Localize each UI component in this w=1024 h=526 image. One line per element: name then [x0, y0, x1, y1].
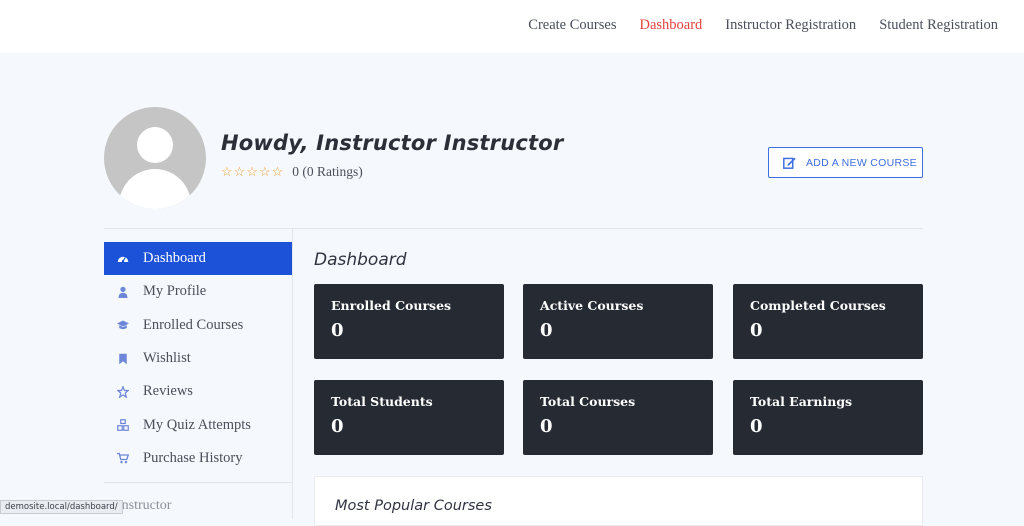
- stat-card-completed-courses: Completed Courses 0: [733, 284, 923, 359]
- stat-card-total-courses: Total Courses 0: [523, 380, 713, 455]
- sidebar-item-label: Enrolled Courses: [143, 316, 244, 333]
- sidebar-item-reviews[interactable]: Reviews: [104, 375, 292, 408]
- user-icon: [116, 285, 130, 299]
- sidebar-divider: [292, 229, 293, 519]
- sidebar-item-wishlist[interactable]: Wishlist: [104, 342, 292, 375]
- status-bar-url: demosite.local/dashboard/: [0, 500, 123, 514]
- stat-card-value: 0: [540, 416, 553, 437]
- stat-card-label: Completed Courses: [750, 298, 886, 313]
- stat-card-active-courses: Active Courses 0: [523, 284, 713, 359]
- top-navigation: Create Courses Dashboard Instructor Regi…: [528, 17, 998, 34]
- profile-greeting: Howdy, Instructor Instructor: [221, 131, 564, 155]
- graduation-cap-icon: [116, 318, 130, 332]
- star-icon: [116, 385, 130, 399]
- sidebar-item-label: My Profile: [143, 283, 207, 300]
- profile-rating: ☆☆☆☆☆ 0 (0 Ratings): [221, 164, 363, 180]
- popular-courses-title: Most Popular Courses: [335, 498, 492, 514]
- add-new-course-label: ADD A NEW COURSE: [806, 156, 917, 169]
- cart-icon: [116, 451, 130, 465]
- stat-card-label: Enrolled Courses: [331, 298, 452, 313]
- stat-card-value: 0: [750, 320, 763, 341]
- add-new-course-button[interactable]: ADD A NEW COURSE: [768, 147, 923, 178]
- stat-card-enrolled-courses: Enrolled Courses 0: [314, 284, 504, 359]
- nav-dashboard[interactable]: Dashboard: [639, 17, 702, 34]
- sidebar-item-purchase-history[interactable]: Purchase History: [104, 442, 292, 475]
- header-divider: [104, 228, 923, 229]
- edit-icon: [783, 157, 796, 169]
- nav-student-registration[interactable]: Student Registration: [879, 17, 998, 34]
- stat-card-value: 0: [540, 320, 553, 341]
- sidebar-item-label: Purchase History: [143, 449, 243, 466]
- nav-instructor-registration[interactable]: Instructor Registration: [725, 17, 856, 34]
- sidebar-item-my-quiz-attempts[interactable]: My Quiz Attempts: [104, 408, 292, 441]
- rating-stars-icon: ☆☆☆☆☆: [221, 164, 285, 179]
- top-header: Create Courses Dashboard Instructor Regi…: [0, 0, 1024, 53]
- stat-card-label: Total Courses: [540, 394, 636, 409]
- popular-courses-panel: Most Popular Courses: [314, 476, 923, 526]
- stat-card-label: Active Courses: [540, 298, 644, 313]
- stat-card-label: Total Earnings: [750, 394, 853, 409]
- sidebar-item-label: Dashboard: [143, 250, 206, 267]
- quiz-icon: [116, 418, 130, 432]
- stat-card-value: 0: [331, 416, 344, 437]
- dashboard-icon: [116, 252, 130, 266]
- avatar: [104, 107, 206, 209]
- stat-card-value: 0: [331, 320, 344, 341]
- sidebar-item-label: Reviews: [143, 383, 193, 400]
- stat-card-total-earnings: Total Earnings 0: [733, 380, 923, 455]
- sidebar-item-dashboard[interactable]: Dashboard: [104, 242, 292, 276]
- sidebar-item-label: My Quiz Attempts: [143, 416, 251, 433]
- sidebar-section-divider: [104, 482, 292, 483]
- sidebar: Dashboard My Profile Enrolled Courses Wi…: [104, 242, 292, 475]
- rating-text: 0 (0 Ratings): [292, 164, 363, 179]
- stat-card-value: 0: [750, 416, 763, 437]
- page-title: Dashboard: [314, 250, 407, 270]
- sidebar-section-instructor: Instructor: [117, 498, 172, 513]
- sidebar-item-enrolled-courses[interactable]: Enrolled Courses: [104, 309, 292, 342]
- stat-card-total-students: Total Students 0: [314, 380, 504, 455]
- sidebar-item-my-profile[interactable]: My Profile: [104, 275, 292, 308]
- avatar-body-shape: [119, 169, 191, 209]
- stat-card-label: Total Students: [331, 394, 433, 409]
- nav-create-courses[interactable]: Create Courses: [528, 17, 616, 34]
- bookmark-icon: [116, 352, 130, 366]
- sidebar-item-label: Wishlist: [143, 350, 191, 367]
- avatar-head-shape: [137, 127, 173, 163]
